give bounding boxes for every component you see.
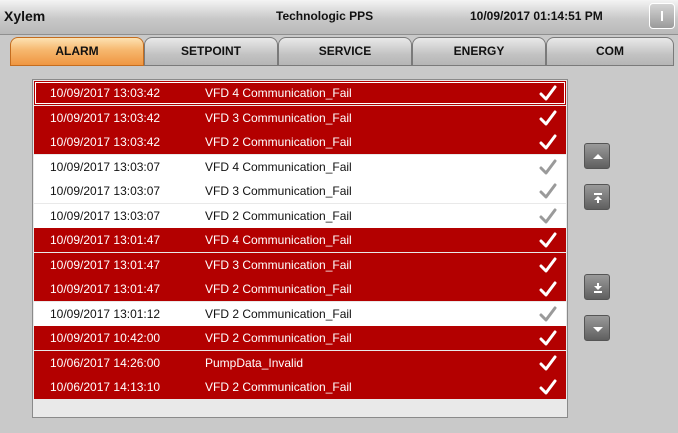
alarm-message: VFD 2 Communication_Fail <box>205 331 352 345</box>
checkmark-icon <box>539 208 557 223</box>
alarm-row[interactable]: 10/09/2017 13:03:07 VFD 4 Communication_F… <box>34 154 566 179</box>
alarm-row[interactable]: 10/09/2017 13:03:07 VFD 2 Communication_F… <box>34 203 566 228</box>
alarm-message: VFD 4 Communication_Fail <box>205 159 352 174</box>
alarm-time: 10/06/2017 14:26:00 <box>50 355 161 370</box>
checkmark-icon <box>539 330 557 346</box>
alarm-message: VFD 4 Communication_Fail <box>205 233 352 247</box>
info-icon <box>661 11 663 21</box>
alarm-time: 10/09/2017 13:03:42 <box>50 135 161 149</box>
alarm-row[interactable]: 10/09/2017 13:03:42 VFD 3 Communication_F… <box>34 105 566 130</box>
alarm-message: VFD 4 Communication_Fail <box>205 86 352 100</box>
arrow-to-bottom-icon <box>594 283 602 293</box>
alarm-row[interactable]: 10/09/2017 13:01:47 VFD 4 Communication_F… <box>34 228 566 252</box>
checkmark-icon <box>539 355 557 370</box>
scroll-up-button[interactable] <box>584 143 610 169</box>
tab-bar: ALARM SETPOINT SERVICE ENERGY COM <box>10 37 674 68</box>
tab-com[interactable]: COM <box>546 37 674 66</box>
alarm-row[interactable]: 10/09/2017 10:42:00 VFD 2 Communication_F… <box>34 326 566 350</box>
tab-setpoint[interactable]: SETPOINT <box>144 37 278 66</box>
checkmark-icon <box>539 134 557 150</box>
alarm-message: VFD 3 Communication_Fail <box>205 184 352 198</box>
alarm-time: 10/09/2017 13:03:42 <box>50 86 161 100</box>
alarm-row[interactable]: 10/09/2017 13:01:47 VFD 3 Communication_F… <box>34 252 566 277</box>
title-bar: Xylem Technologic PPS 10/09/2017 01:14:5… <box>0 0 678 35</box>
alarm-time: 10/09/2017 13:01:12 <box>50 306 161 321</box>
arrow-up-icon <box>593 154 603 159</box>
alarm-message: VFD 3 Communication_Fail <box>205 257 352 272</box>
checkmark-icon <box>539 306 557 321</box>
checkmark-icon <box>539 232 557 248</box>
product-name: Technologic PPS <box>276 9 374 23</box>
brand-name: Xylem <box>4 8 46 24</box>
alarm-time: 10/09/2017 13:03:07 <box>50 208 161 223</box>
tab-service[interactable]: SERVICE <box>278 37 412 66</box>
alarm-row[interactable]: 10/06/2017 14:13:10 VFD 2 Communication_F… <box>34 375 566 399</box>
alarm-time: 10/09/2017 13:01:47 <box>50 282 161 296</box>
alarm-time: 10/09/2017 13:03:07 <box>50 184 161 198</box>
checkmark-icon <box>539 85 557 101</box>
checkmark-icon <box>539 159 557 174</box>
scroll-top-button[interactable] <box>584 184 610 210</box>
arrow-to-top-icon <box>594 193 602 203</box>
checkmark-icon <box>539 183 557 199</box>
scroll-bottom-button[interactable] <box>584 274 610 300</box>
tab-energy[interactable]: ENERGY <box>412 37 546 66</box>
alarm-time: 10/09/2017 13:01:47 <box>50 233 161 247</box>
alarm-time: 10/09/2017 13:03:07 <box>50 159 161 174</box>
alarm-message: VFD 2 Communication_Fail <box>205 135 352 149</box>
checkmark-icon <box>539 110 557 125</box>
checkmark-icon <box>539 379 557 395</box>
alarm-time: 10/06/2017 14:13:10 <box>50 380 161 394</box>
alarm-time: 10/09/2017 13:01:47 <box>50 257 161 272</box>
alarm-message: VFD 3 Communication_Fail <box>205 110 352 125</box>
checkmark-icon <box>539 257 557 272</box>
alarm-row[interactable]: 10/09/2017 13:01:12 VFD 2 Communication_F… <box>34 301 566 326</box>
alarm-message: VFD 2 Communication_Fail <box>205 208 352 223</box>
datetime-display: 10/09/2017 01:14:51 PM <box>470 9 603 23</box>
alarm-message: VFD 2 Communication_Fail <box>205 380 352 394</box>
alarm-message: VFD 2 Communication_Fail <box>205 306 352 321</box>
checkmark-icon <box>539 281 557 297</box>
alarm-row[interactable]: 10/09/2017 13:03:42 VFD 4 Communication_F… <box>34 81 566 105</box>
alarm-time: 10/09/2017 10:42:00 <box>50 331 161 345</box>
alarm-row[interactable]: 10/09/2017 13:03:42 VFD 2 Communication_F… <box>34 130 566 154</box>
alarm-list[interactable]: 10/09/2017 13:03:42 VFD 4 Communication_F… <box>32 79 568 418</box>
tab-alarm[interactable]: ALARM <box>10 37 144 66</box>
scroll-down-button[interactable] <box>584 315 610 341</box>
alarm-time: 10/09/2017 13:03:42 <box>50 110 161 125</box>
info-button[interactable] <box>649 3 675 29</box>
alarm-row[interactable]: 10/09/2017 13:03:07 VFD 3 Communication_F… <box>34 179 566 203</box>
alarm-message: PumpData_Invalid <box>205 355 304 370</box>
alarm-row[interactable]: 10/09/2017 13:01:47 VFD 2 Communication_F… <box>34 277 566 301</box>
arrow-down-icon <box>593 327 603 332</box>
alarm-message: VFD 2 Communication_Fail <box>205 282 352 296</box>
alarm-row[interactable]: 10/06/2017 14:26:00 PumpData_Invalid <box>34 350 566 375</box>
